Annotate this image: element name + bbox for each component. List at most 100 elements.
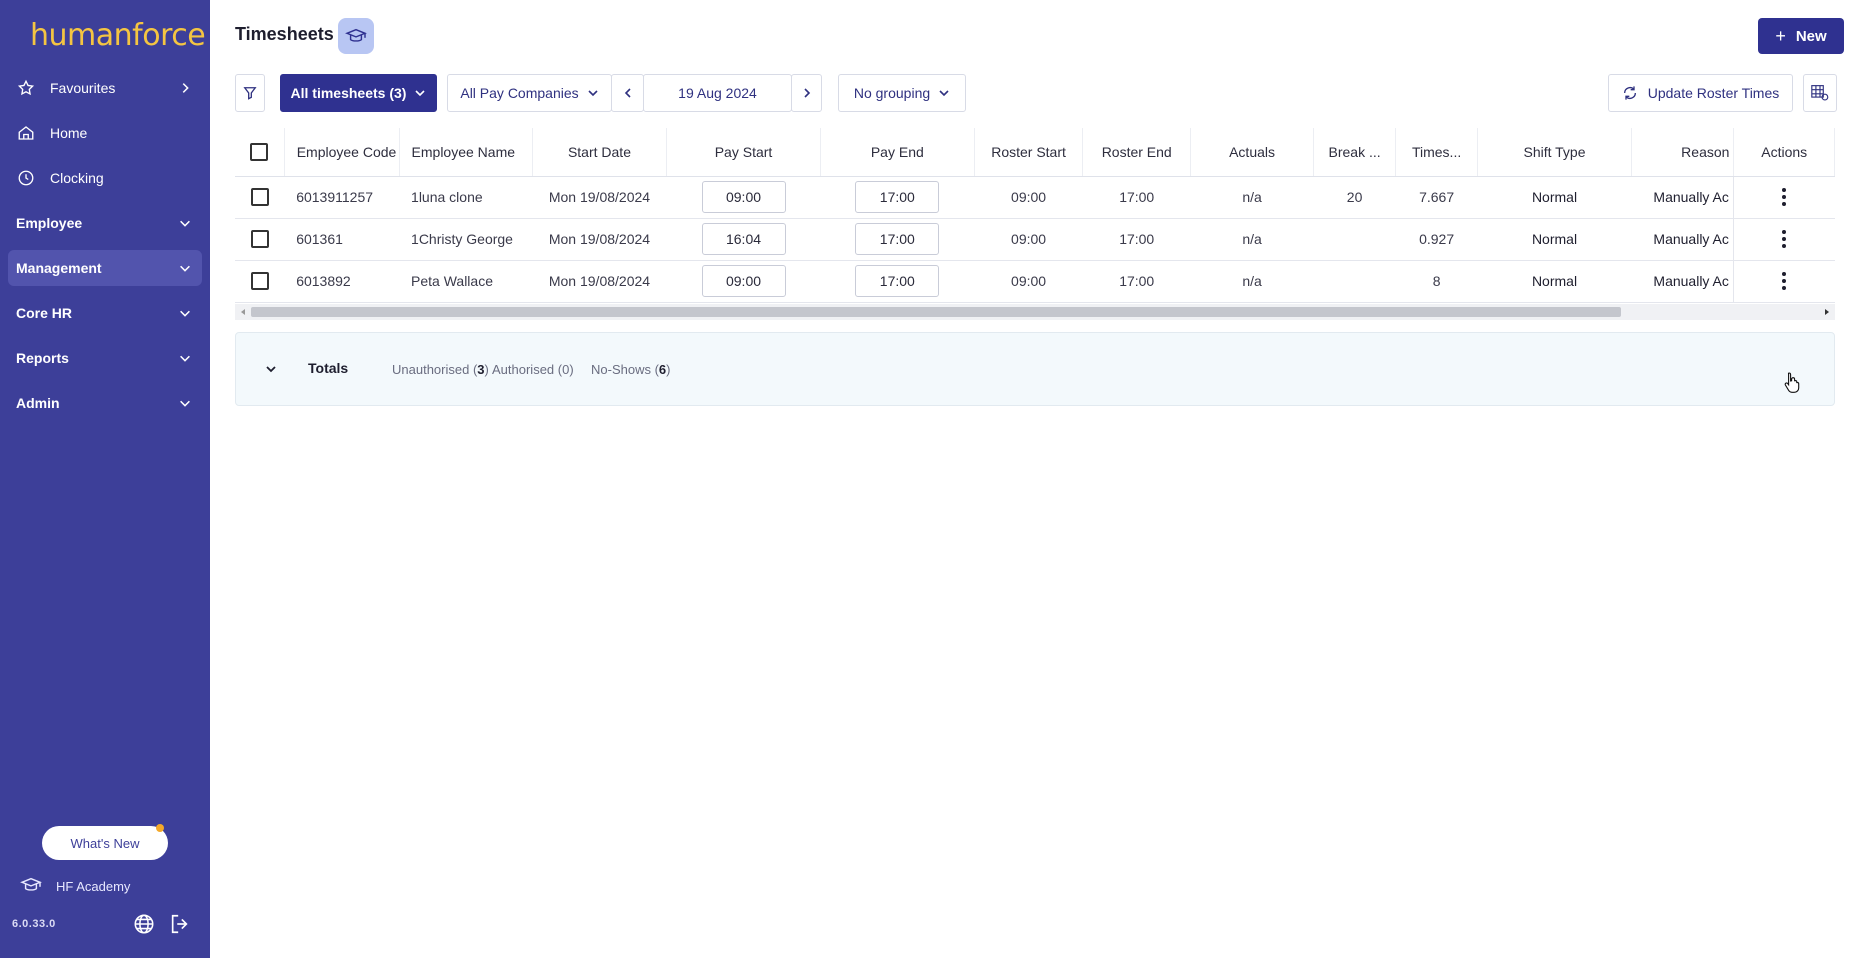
- pay-end-input[interactable]: [855, 181, 940, 213]
- employee-code: 6013911257: [284, 176, 400, 219]
- page-title: Timesheets: [235, 24, 334, 44]
- globe-icon[interactable]: [133, 913, 155, 935]
- unauthorised-label: Unauthorised (: [392, 362, 478, 377]
- column-header[interactable]: Actions: [1733, 128, 1835, 177]
- sidebar-item-label: Clocking: [50, 170, 104, 186]
- actuals: n/a: [1190, 260, 1314, 303]
- timesheet-hours: 7.667: [1395, 176, 1478, 219]
- date-next-button[interactable]: [791, 74, 822, 112]
- totals-label: Totals: [308, 360, 349, 376]
- row-checkbox[interactable]: [250, 230, 269, 249]
- column-header[interactable]: Start Date: [532, 128, 668, 177]
- date-value: 19 Aug 2024: [678, 85, 757, 101]
- chevron-down-icon[interactable]: [264, 362, 278, 376]
- roster-start: 09:00: [974, 176, 1083, 219]
- close-paren: ): [484, 362, 489, 377]
- pay-start-input[interactable]: [701, 265, 786, 297]
- sidebar-item-clocking[interactable]: Clocking: [8, 160, 202, 196]
- sidebar-item-home[interactable]: Home: [8, 115, 202, 151]
- scroll-left-icon[interactable]: [239, 308, 247, 316]
- sidebar-section-core-hr[interactable]: Core HR: [8, 295, 202, 331]
- column-header[interactable]: Employee Code: [284, 128, 400, 177]
- column-header[interactable]: Roster Start: [974, 128, 1084, 177]
- reason: Manually Ac: [1631, 218, 1734, 261]
- select-all-checkbox[interactable]: [250, 142, 269, 161]
- actuals: n/a: [1190, 176, 1314, 219]
- timesheets-table: Employee Code Employee Name Start Date P…: [235, 128, 1835, 304]
- column-header[interactable]: Break ...: [1313, 128, 1397, 177]
- new-button-label: New: [1795, 27, 1827, 45]
- scrollbar-thumb[interactable]: [251, 307, 1621, 317]
- tab-authorised[interactable]: Authorised (0): [492, 362, 574, 377]
- pay-end-input[interactable]: [855, 265, 940, 297]
- update-roster-times-button[interactable]: Update Roster Times: [1608, 74, 1793, 112]
- pay-end-input[interactable]: [855, 223, 940, 255]
- whats-new-label: What's New: [70, 835, 140, 851]
- more-options-icon[interactable]: [1781, 229, 1787, 249]
- sidebar-section-admin[interactable]: Admin: [8, 385, 202, 421]
- employee-name: Peta Wallace: [399, 260, 533, 303]
- row-checkbox[interactable]: [250, 188, 269, 207]
- tab-unauthorised[interactable]: Unauthorised (3): [392, 362, 489, 377]
- row-select-cell[interactable]: [235, 260, 285, 303]
- sidebar-section-label: Core HR: [16, 305, 73, 321]
- roster-start: 09:00: [974, 218, 1083, 261]
- scroll-right-icon[interactable]: [1823, 308, 1831, 316]
- column-settings-button[interactable]: [1803, 74, 1837, 112]
- column-header[interactable]: Shift Type: [1477, 128, 1632, 177]
- column-header[interactable]: Pay End: [820, 128, 975, 177]
- column-header[interactable]: Roster End: [1082, 128, 1192, 177]
- pay-start-input[interactable]: [701, 223, 786, 255]
- sidebar-section-reports[interactable]: Reports: [8, 340, 202, 376]
- no-shows-label: No-Shows (: [591, 362, 659, 377]
- column-header[interactable]: Pay Start: [666, 128, 821, 177]
- sidebar-item-favourites[interactable]: Favourites: [8, 70, 202, 106]
- timesheets-view-dropdown[interactable]: All timesheets (3): [280, 74, 437, 112]
- date-prev-button[interactable]: [611, 74, 644, 112]
- more-options-icon[interactable]: [1781, 187, 1787, 207]
- sidebar-section-label: Management: [16, 260, 102, 276]
- sidebar-section-label: Reports: [16, 350, 69, 366]
- grouping-dropdown[interactable]: No grouping: [838, 74, 966, 112]
- table-row[interactable]: 6013892 Peta Wallace Mon 19/08/2024 09:0…: [235, 260, 1835, 303]
- row-select-cell[interactable]: [235, 218, 285, 261]
- new-button[interactable]: + New: [1758, 18, 1844, 54]
- sidebar-item-label: Home: [50, 125, 88, 141]
- break: [1313, 218, 1396, 261]
- more-options-icon[interactable]: [1781, 271, 1787, 291]
- pay-start-input[interactable]: [701, 181, 786, 213]
- tab-no-shows[interactable]: No-Shows (6): [591, 362, 671, 377]
- table-row[interactable]: 6013911257 1luna clone Mon 19/08/2024 09…: [235, 176, 1835, 219]
- row-checkbox[interactable]: [250, 272, 269, 291]
- logout-icon[interactable]: [169, 913, 191, 935]
- sidebar-section-employee[interactable]: Employee: [8, 205, 202, 241]
- pay-end-cell: [820, 176, 975, 219]
- filter-icon: [243, 87, 257, 100]
- chevron-down-icon: [180, 355, 190, 362]
- column-header[interactable]: Times...: [1395, 128, 1479, 177]
- chevron-down-icon: [180, 220, 190, 227]
- reason: Manually Ac: [1631, 176, 1734, 219]
- sidebar-section-label: Employee: [16, 215, 83, 231]
- filter-button[interactable]: [235, 74, 265, 112]
- table-row[interactable]: 601361 1Christy George Mon 19/08/2024 09…: [235, 218, 1835, 261]
- date-picker[interactable]: 19 Aug 2024: [643, 74, 792, 112]
- column-header[interactable]: Reason: [1631, 128, 1735, 177]
- horizontal-scrollbar[interactable]: [235, 304, 1835, 320]
- pay-company-dropdown[interactable]: All Pay Companies: [447, 74, 612, 112]
- plus-icon: +: [1775, 25, 1786, 46]
- totals-panel: Totals Unauthorised (3) Authorised (0) N…: [235, 332, 1835, 406]
- whats-new-button[interactable]: What's New: [42, 824, 168, 860]
- column-header[interactable]: Actuals: [1190, 128, 1315, 177]
- actions-cell: [1733, 260, 1835, 303]
- sidebar-section-management[interactable]: Management: [8, 250, 202, 286]
- select-all-cell[interactable]: [235, 128, 285, 177]
- column-header[interactable]: Employee Name: [399, 128, 533, 177]
- grouping-label: No grouping: [853, 85, 931, 101]
- hf-academy-link[interactable]: HF Academy: [20, 876, 130, 897]
- row-select-cell[interactable]: [235, 176, 285, 219]
- academy-badge-button[interactable]: [338, 18, 374, 54]
- actions-cell: [1733, 176, 1835, 219]
- employee-code: 6013892: [284, 260, 400, 303]
- chevron-left-icon: [624, 88, 631, 98]
